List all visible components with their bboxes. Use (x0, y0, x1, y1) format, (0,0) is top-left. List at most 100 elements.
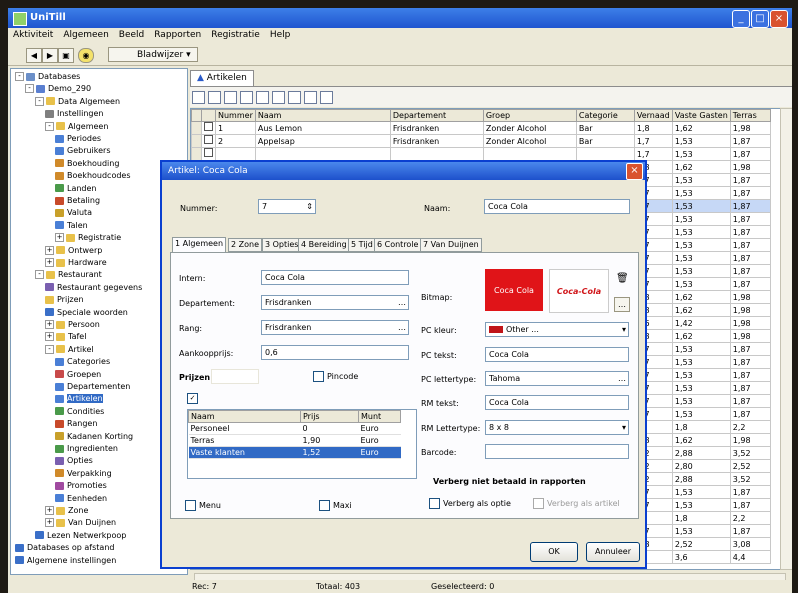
tree-item[interactable]: Boekhoudcodes (55, 170, 131, 181)
dialog-tab[interactable]: 1 Algemeen (172, 237, 227, 253)
table-row[interactable]: 1,71,531,87 (191, 147, 771, 161)
tree-item[interactable]: Categories (55, 356, 110, 367)
print-icon[interactable] (240, 91, 253, 104)
collapse-icon[interactable]: - (45, 344, 54, 354)
expand-icon[interactable]: + (45, 332, 54, 342)
tree-item[interactable]: - Restaurant (35, 269, 102, 280)
prices-checkbox[interactable]: ✓ (187, 393, 198, 404)
tree-item[interactable]: Instellingen (45, 108, 103, 119)
dialog-tab[interactable]: 3 Opties (262, 238, 302, 252)
tree-item[interactable]: + Tafel (45, 331, 86, 342)
dialog-tab[interactable]: 4 Bereiding (298, 238, 350, 252)
expand-icon[interactable]: + (45, 245, 54, 255)
dialog-tab[interactable]: 6 Controle (374, 238, 422, 252)
expand-icon[interactable]: + (45, 320, 54, 329)
column-header[interactable]: Terras (729, 109, 771, 122)
tree-item[interactable]: - Algemeen (45, 121, 108, 132)
prijzen-field[interactable] (211, 369, 259, 384)
rm-tekst-field[interactable]: Coca Cola (485, 395, 629, 410)
close-button[interactable]: × (770, 10, 788, 28)
collapse-icon[interactable]: - (15, 72, 24, 81)
naam-field[interactable]: Coca Cola (484, 199, 630, 214)
dialog-tab[interactable]: 5 Tijd (348, 238, 376, 252)
window-icon[interactable]: ▣ (58, 48, 74, 63)
intern-field[interactable]: Coca Cola (261, 270, 409, 285)
new-icon[interactable] (192, 91, 205, 104)
table-row[interactable]: 1 Aus Lemon Frisdranken Zonder Alcohol Bar 1,… (191, 121, 771, 135)
browse-button[interactable]: … (614, 297, 630, 312)
ok-button[interactable]: OK (530, 542, 578, 562)
menu-item-rapporten[interactable]: Rapporten (149, 28, 206, 42)
tree-item[interactable]: Opties (55, 455, 93, 466)
tree-item[interactable]: Artikelen (55, 393, 103, 404)
tree-item[interactable]: + Hardware (45, 257, 107, 268)
barcode-field[interactable] (485, 444, 629, 459)
maximize-button[interactable]: □ (751, 10, 769, 28)
menu-item-help[interactable]: Help (265, 28, 296, 42)
maxi-checkbox[interactable] (319, 500, 330, 511)
prices-row[interactable]: Vaste klanten 1,52 Euro (188, 446, 401, 459)
filter-clear-icon[interactable] (304, 91, 317, 104)
tree-item[interactable]: + Registratie (55, 232, 121, 243)
dialog-close-button[interactable]: × (626, 163, 643, 180)
tree-item[interactable]: - Demo_290 (25, 83, 91, 94)
tree-item[interactable]: Speciale woorden (45, 307, 128, 318)
tree-item[interactable]: + Persoon (45, 319, 100, 330)
table-row[interactable]: 2 Appelsap Frisdranken Zonder Alcohol Bar 1,7… (191, 134, 771, 148)
tree-item[interactable]: Valuta (55, 207, 92, 218)
tree-item[interactable]: Condities (55, 406, 104, 417)
column-header[interactable]: Nummer (215, 109, 256, 122)
dialog-tab[interactable]: 7 Van Duijnen (420, 238, 482, 252)
column-header[interactable]: Naam (254, 109, 391, 122)
pc-lettertype-dropdown[interactable]: Tahoma… (485, 371, 629, 386)
rm-lettertype-dropdown[interactable]: 8 x 8 ▾ (485, 420, 629, 435)
tree-item[interactable]: Promoties (55, 480, 107, 491)
export-icon[interactable] (272, 91, 285, 104)
rang-dropdown[interactable]: Frisdranken… (261, 320, 409, 335)
more-icon[interactable]: … (398, 321, 406, 334)
verberg-artikel-checkbox[interactable] (533, 498, 544, 509)
chevron-down-icon[interactable]: ▾ (622, 323, 626, 336)
forward-icon[interactable]: ▶ (42, 48, 58, 63)
delete-icon[interactable]: 🗑 (616, 273, 629, 284)
column-header[interactable] (201, 109, 216, 122)
expand-icon[interactable]: + (45, 258, 54, 267)
refresh-icon[interactable]: ◉ (78, 48, 94, 63)
pc-kleur-dropdown[interactable]: Other ... ▾ (485, 322, 629, 337)
tree-item[interactable]: Verpakking (55, 468, 112, 479)
tree-item[interactable]: + Van Duijnen (45, 517, 116, 528)
more-icon[interactable]: … (398, 296, 406, 309)
tree-item[interactable]: Algemene instellingen (15, 555, 116, 566)
tree-item[interactable]: Ingredienten (55, 443, 118, 454)
tree-item[interactable]: Landen (55, 183, 97, 194)
prices-row[interactable]: Personeel 0 Euro (188, 422, 401, 435)
prices-row[interactable]: Terras 1,90 Euro (188, 434, 401, 447)
dialog-tab[interactable]: 2 Zone (228, 238, 262, 252)
row-checkbox[interactable] (201, 134, 216, 148)
tree-item[interactable]: - Databases (15, 71, 80, 82)
tree-item[interactable]: Restaurant gegevens (45, 282, 142, 293)
more-icon[interactable]: … (618, 372, 626, 385)
column-header[interactable]: Vernaad (633, 109, 673, 122)
tree-item[interactable]: Groepen (55, 369, 101, 380)
collapse-icon[interactable]: - (45, 121, 54, 131)
nummer-field[interactable]: 7 ⇕ (258, 199, 316, 214)
save-icon[interactable] (224, 91, 237, 104)
tab-artikelen[interactable]: ▲ Artikelen (190, 70, 254, 86)
menu-item-beeld[interactable]: Beeld (114, 28, 149, 42)
link-icon[interactable] (256, 91, 269, 104)
departement-dropdown[interactable]: Frisdranken… (261, 295, 409, 310)
expand-icon[interactable]: + (45, 518, 54, 528)
tree-item[interactable]: + Zone (45, 505, 88, 516)
tree-item[interactable]: Departementen (55, 381, 130, 392)
tree-item[interactable]: Kadanen Korting (55, 431, 133, 442)
refresh-grid-icon[interactable] (320, 91, 333, 104)
tree-item[interactable]: Periodes (55, 133, 101, 144)
collapse-icon[interactable]: - (25, 84, 34, 94)
row-checkbox[interactable] (201, 121, 216, 135)
tree-item[interactable]: Lezen Netwerkpoop (35, 530, 126, 541)
expand-icon[interactable]: + (55, 233, 64, 243)
collapse-icon[interactable]: - (35, 270, 44, 280)
column-header[interactable]: Departement (389, 109, 484, 122)
tree-item[interactable]: Boekhouding (55, 158, 119, 169)
